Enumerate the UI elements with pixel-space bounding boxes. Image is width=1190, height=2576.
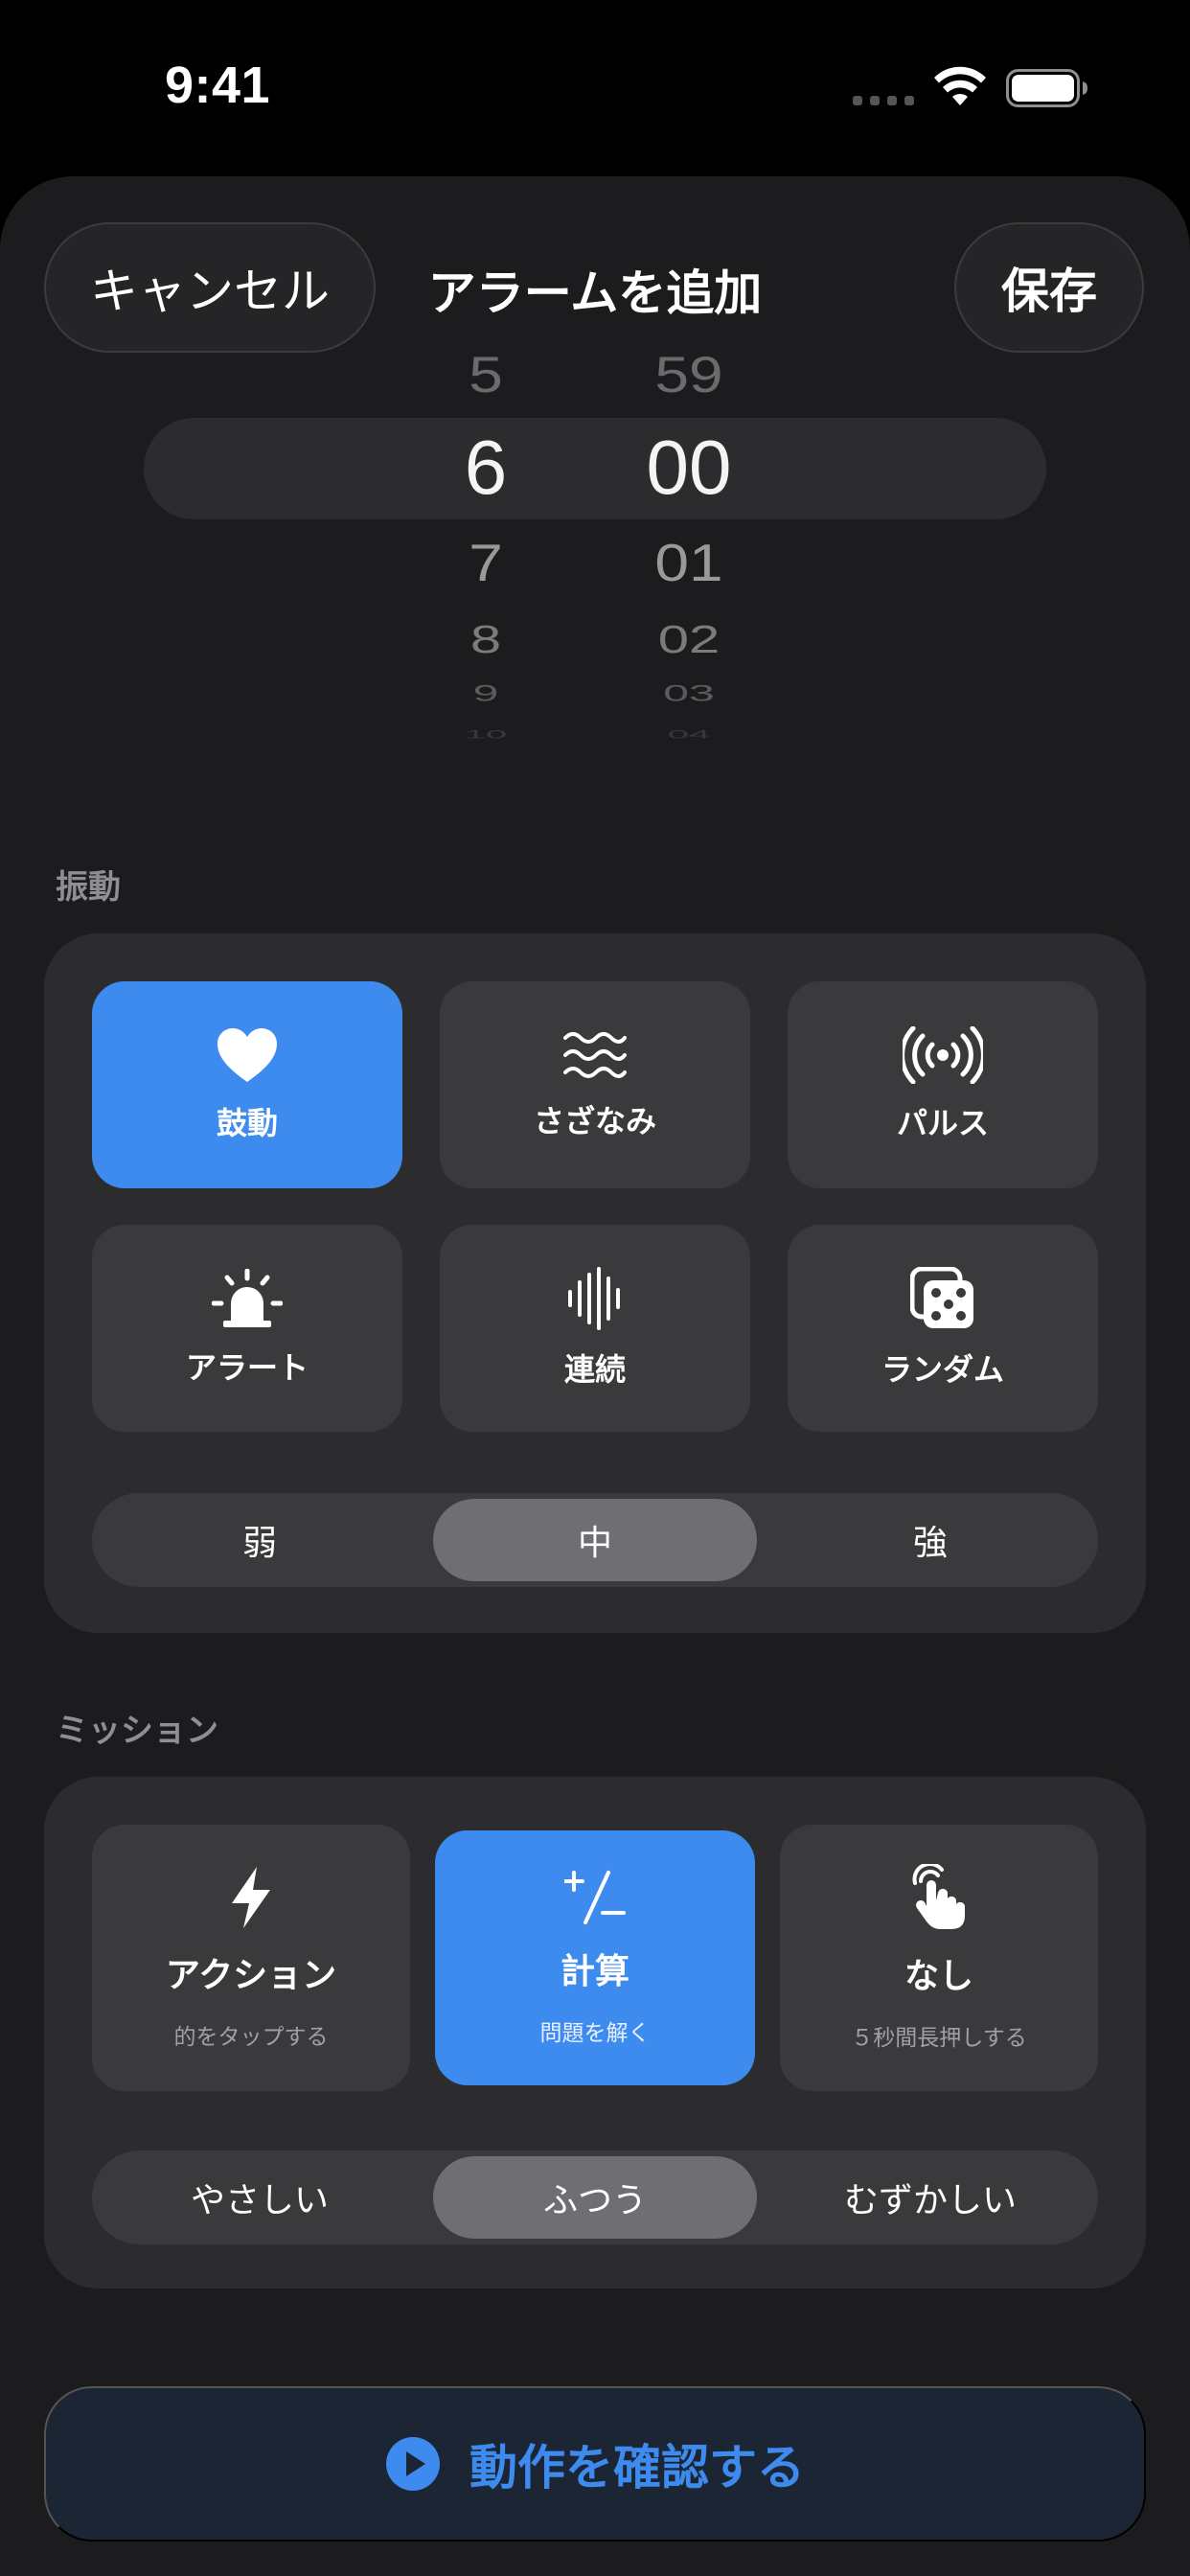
vibration-pattern-label: アラート [185, 1349, 309, 1386]
minute-option[interactable]: 04 [593, 728, 785, 742]
mission-card: アクション 的をタップする 計算 問題を解く なし ５秒間長押しする やさしい … [44, 1777, 1146, 2288]
sheet-title: アラームを追加 [427, 265, 763, 321]
status-bar: 9:41 [0, 0, 1190, 172]
vibration-pattern-label: さざなみ [533, 1103, 656, 1139]
strength-option-strong[interactable]: 強 [768, 1499, 1092, 1581]
cancel-button[interactable]: キャンセル [44, 222, 376, 353]
mission-option-label: なし [904, 1957, 973, 1996]
vibration-pattern-label: 鼓動 [216, 1105, 278, 1141]
strength-option-weak[interactable]: 弱 [98, 1499, 422, 1581]
hour-option[interactable]: 10 [390, 728, 582, 742]
selected-hour[interactable]: 6 [390, 424, 582, 512]
preview-alarm-button[interactable]: 動作を確認する [44, 2386, 1146, 2542]
difficulty-option-easy[interactable]: やさしい [98, 2156, 422, 2239]
mission-difficulty-control: やさしい ふつう むずかしい [92, 2150, 1098, 2244]
difficulty-option-normal[interactable]: ふつう [433, 2156, 757, 2239]
preview-alarm-label: 動作を確認する [469, 2441, 805, 2495]
siren-icon [212, 1269, 283, 1327]
mission-option-description: 的をタップする [173, 2025, 329, 2050]
vibration-pattern-label: パルス [896, 1105, 989, 1141]
minute-option[interactable]: 02 [593, 617, 785, 662]
vibration-pattern-continuous[interactable]: 連続 [440, 1225, 750, 1432]
vibration-card: 鼓動 さざなみ パルス アラート 連続 ランダム 弱 中 強 [44, 933, 1146, 1633]
mission-option-label: 計算 [560, 1952, 629, 1991]
vibration-pattern-label: 連続 [563, 1351, 626, 1388]
difficulty-option-hard[interactable]: むずかしい [768, 2156, 1092, 2239]
cellular-signal-icon [853, 96, 914, 105]
mission-section-label: ミッション [56, 1712, 218, 1750]
hour-option[interactable]: 9 [390, 680, 582, 707]
vibration-pattern-pulse[interactable]: パルス [788, 981, 1098, 1188]
hour-option[interactable]: 7 [390, 532, 582, 593]
strength-option-medium[interactable]: 中 [433, 1499, 757, 1581]
hour-option[interactable]: 8 [390, 617, 582, 662]
battery-icon [1006, 69, 1087, 107]
plus-minus-icon [564, 1871, 626, 1924]
heart-icon [217, 1028, 277, 1082]
vibration-strength-control: 弱 中 強 [92, 1493, 1098, 1587]
selected-minute[interactable]: 00 [593, 424, 785, 512]
minute-option[interactable]: 59 [593, 346, 785, 404]
vibration-section-label: 振動 [56, 868, 121, 907]
waveform-icon [568, 1267, 620, 1330]
save-button[interactable]: 保存 [954, 222, 1144, 353]
radio-waves-icon [903, 1026, 983, 1084]
mission-option-description: ５秒間長押しする [851, 2026, 1027, 2051]
vibration-pattern-alert[interactable]: アラート [92, 1225, 402, 1432]
vibration-pattern-label: ランダム [881, 1351, 1004, 1388]
mission-option-math[interactable]: 計算 問題を解く [435, 1830, 755, 2085]
bolt-icon [232, 1867, 270, 1928]
vibration-pattern-heartbeat[interactable]: 鼓動 [92, 981, 402, 1188]
wifi-icon [934, 66, 986, 105]
vibration-pattern-ripple[interactable]: さざなみ [440, 981, 750, 1188]
hour-option[interactable]: 5 [390, 346, 582, 404]
play-circle-icon [386, 2437, 440, 2491]
dice-icon [910, 1267, 973, 1328]
mission-option-description: 問題を解く [539, 2021, 651, 2046]
minute-option[interactable]: 03 [593, 680, 785, 707]
minute-wheel[interactable]: 59 00 01 02 03 04 [593, 335, 785, 740]
time-picker[interactable]: 5 6 7 8 9 10 59 00 01 02 03 04 [0, 335, 1190, 741]
mission-option-label: アクション [165, 1956, 337, 1995]
tap-hand-icon [912, 1864, 965, 1929]
waves-icon [563, 1032, 627, 1078]
hour-wheel[interactable]: 5 6 7 8 9 10 [390, 335, 582, 740]
mission-option-action[interactable]: アクション 的をタップする [92, 1825, 410, 2091]
mission-option-none[interactable]: なし ５秒間長押しする [780, 1825, 1098, 2091]
status-time: 9:41 [165, 57, 271, 114]
minute-option[interactable]: 01 [593, 532, 785, 593]
vibration-pattern-random[interactable]: ランダム [788, 1225, 1098, 1432]
